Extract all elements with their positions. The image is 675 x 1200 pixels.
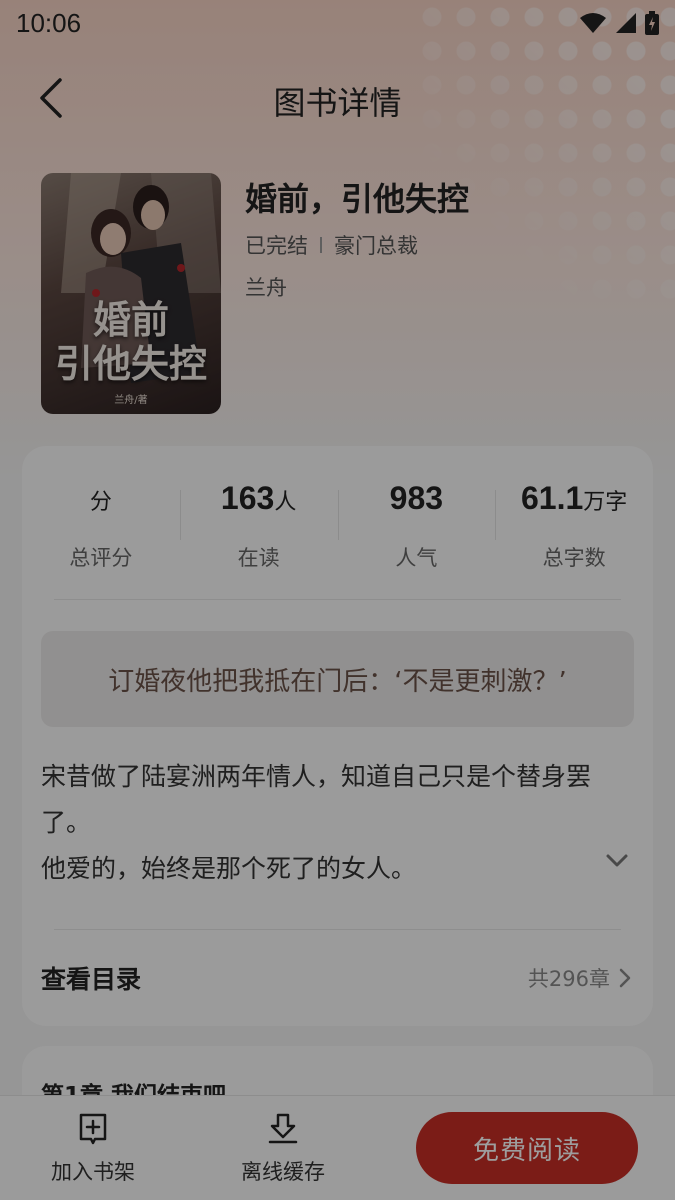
book-quote: 订婚夜他把我抵在门后：‘不是更刺激？’ (41, 631, 634, 727)
nav-bar: 图书详情 (0, 60, 675, 140)
book-cover[interactable]: 婚前 引他失控 兰舟/著 (41, 173, 221, 414)
offline-cache-label: 离线缓存 (241, 1160, 325, 1184)
stats-row: 分 总评分 163人 在读 983 人气 61.1万字 总字数 (22, 476, 653, 596)
stat-popularity-value: 983 (389, 480, 444, 516)
stat-rating-label: 总评分 (69, 546, 133, 570)
toc-count: 共296章 (528, 963, 634, 993)
add-bookmark-icon (79, 1113, 107, 1145)
battery-icon (645, 11, 659, 35)
stat-wordcount-unit: 万字 (583, 490, 628, 515)
add-to-shelf-button[interactable]: 加入书架 (38, 1112, 148, 1186)
description-line-1: 宋昔做了陆宴洲两年情人，知道自己只是个替身罢了。 (41, 762, 592, 837)
cover-author: 兰舟/著 (114, 395, 148, 406)
chevron-down-icon (606, 854, 628, 867)
stat-popularity: 983 人气 (337, 476, 496, 596)
stat-wordcount-value: 61.1 (520, 480, 584, 516)
status-bar: 10:06 (0, 0, 675, 46)
stat-wordcount: 61.1万字 总字数 (495, 476, 653, 596)
stat-readers-label: 在读 (237, 546, 280, 570)
divider (54, 929, 621, 930)
download-icon (268, 1113, 298, 1144)
cover-title: 婚前 引他失控 (54, 297, 207, 386)
stat-readers-value: 163 (220, 480, 275, 516)
page-title: 图书详情 (273, 84, 402, 122)
toc-label: 查看目录 (41, 965, 142, 994)
description-line-2: 他爱的，始终是那个死了的女人。 (41, 854, 417, 883)
book-meta: 已完结 豪门总裁 (245, 230, 418, 260)
free-read-button[interactable]: 免费阅读 (416, 1112, 638, 1184)
signal-icon (616, 13, 636, 33)
chapter-count: 共296章 (527, 967, 610, 991)
stat-popularity-label: 人气 (395, 546, 438, 570)
status-icons (579, 11, 659, 35)
book-title: 婚前，引他失控 (245, 180, 470, 218)
add-to-shelf-label: 加入书架 (51, 1160, 135, 1184)
divider (54, 599, 621, 600)
book-status: 已完结 (245, 234, 308, 258)
book-info-card: 分 总评分 163人 在读 983 人气 61.1万字 总字数 订婚夜他把我抵在… (22, 446, 653, 1026)
stat-wordcount-label: 总字数 (542, 546, 606, 570)
stat-rating-unit: 分 (89, 490, 112, 515)
book-category[interactable]: 豪门总裁 (334, 230, 418, 260)
stat-readers: 163人 在读 (179, 476, 338, 596)
bottom-action-bar: 加入书架 离线缓存 免费阅读 (0, 1095, 675, 1200)
expand-description-button[interactable] (603, 846, 631, 874)
wifi-icon (580, 13, 606, 33)
meta-separator (320, 237, 322, 253)
offline-cache-button[interactable]: 离线缓存 (228, 1112, 338, 1186)
table-of-contents-row[interactable]: 查看目录 共296章 (41, 946, 634, 1010)
chevron-right-icon (619, 968, 631, 988)
book-description[interactable]: 宋昔做了陆宴洲两年情人，知道自己只是个替身罢了。 他爱的，始终是那个死了的女人。 (41, 754, 601, 892)
stat-rating: 分 总评分 (22, 476, 180, 596)
status-time: 10:06 (16, 7, 82, 38)
book-author[interactable]: 兰舟 (245, 272, 287, 302)
stat-readers-unit: 人 (274, 490, 297, 515)
